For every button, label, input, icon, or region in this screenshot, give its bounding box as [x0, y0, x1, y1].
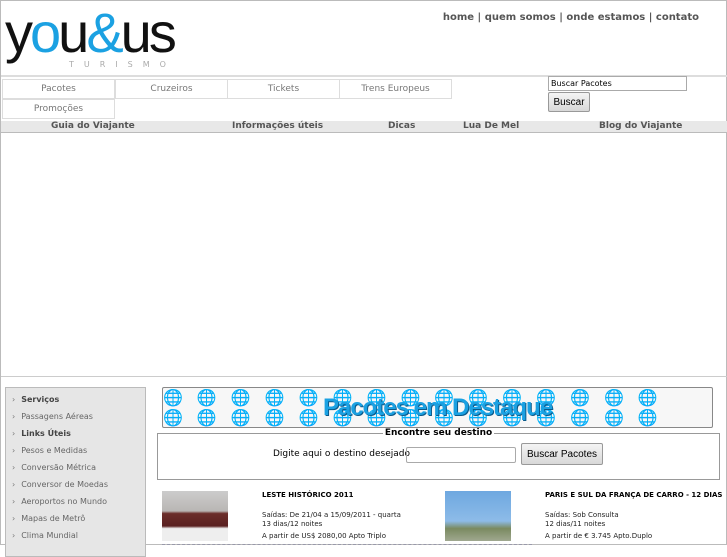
sidebar-item-clima[interactable]: › Clima Mundial — [12, 531, 78, 540]
chevron-right-icon: › — [12, 429, 16, 438]
nav-informacoes[interactable]: Informações úteis — [232, 121, 323, 132]
banner-title: Pacotes em Destaque — [322, 394, 553, 421]
chevron-right-icon: › — [12, 395, 16, 404]
logo-text: us — [120, 1, 177, 64]
logo[interactable]: you&us TURISMO — [5, 5, 180, 70]
sidebar-item-passagens[interactable]: › Passagens Aéreas — [12, 412, 93, 421]
package-title[interactable]: PARIS E SUL DA FRANÇA DE CARRO - 12 DIAS — [545, 491, 722, 499]
destination-label: Digite aqui o destino desejado — [273, 449, 410, 459]
nav-blog[interactable]: Blog do Viajante — [599, 121, 682, 132]
logo-text: u — [58, 1, 89, 64]
search-packages-button[interactable]: Buscar Pacotes — [521, 443, 603, 465]
logo-text: y — [5, 1, 33, 64]
sidebar-item-metro[interactable]: › Mapas de Metrô — [12, 514, 85, 523]
tab-pacotes[interactable]: Pacotes — [2, 79, 115, 99]
package-image[interactable] — [445, 491, 511, 541]
package-duration: 13 dias/12 noites — [262, 520, 323, 528]
search-input[interactable]: Buscar Pacotes — [548, 76, 687, 91]
link-contato[interactable]: contato — [656, 12, 699, 23]
chevron-right-icon: › — [12, 412, 16, 421]
sidebar-item-moedas[interactable]: › Conversor de Moedas — [12, 480, 108, 489]
content-placeholder — [1, 133, 727, 377]
sidebar-item-pesos[interactable]: › Pesos e Medidas — [12, 446, 87, 455]
package-departures: Saídas: Sob Consulta — [545, 511, 619, 519]
globe-icon: o — [30, 1, 61, 64]
sidebar-heading-links: › Links Úteis — [12, 429, 71, 438]
sidebar-item-conversao[interactable]: › Conversão Métrica — [12, 463, 96, 472]
featured-banner: 🌐🌐🌐🌐🌐🌐🌐🌐🌐🌐🌐🌐🌐🌐🌐 🌐🌐🌐🌐🌐🌐🌐🌐🌐🌐🌐🌐🌐🌐🌐 Pacotes e… — [162, 387, 713, 428]
tab-trens-europeus[interactable]: Trens Europeus — [339, 79, 452, 99]
package-price: A partir de € 3.745 Apto.Duplo — [545, 532, 653, 540]
nav-lua-de-mel[interactable]: Lua De Mel — [463, 121, 519, 132]
nav-bar: Guia do Viajante Informações úteis Dicas… — [1, 121, 727, 133]
destination-input[interactable] — [406, 447, 516, 463]
chevron-right-icon: › — [12, 514, 16, 523]
chevron-right-icon: › — [12, 446, 16, 455]
top-links: home | quem somos | onde estamos | conta… — [442, 12, 699, 23]
finder-legend: Encontre seu destino — [382, 428, 495, 438]
sidebar-heading-servicos: › Serviços — [12, 395, 60, 404]
package-duration: 12 dias/11 noites — [545, 520, 606, 528]
chevron-right-icon: › — [12, 531, 16, 540]
logo-subtitle: TURISMO — [69, 60, 176, 69]
search-button[interactable]: Buscar — [548, 92, 590, 112]
package-departures: Saídas: De 21/04 a 15/09/2011 - quarta — [262, 511, 401, 519]
link-home[interactable]: home — [443, 12, 474, 23]
tab-promocoes[interactable]: Promoções — [2, 99, 115, 119]
link-quem-somos[interactable]: quem somos — [485, 12, 556, 23]
link-onde-estamos[interactable]: onde estamos — [566, 12, 645, 23]
nav-guia[interactable]: Guia do Viajante — [51, 121, 135, 132]
chevron-right-icon: › — [12, 463, 16, 472]
logo-text: & — [86, 1, 123, 64]
package-image[interactable] — [162, 491, 228, 541]
chevron-right-icon: › — [12, 497, 16, 506]
package-title[interactable]: LESTE HISTÓRICO 2011 — [262, 491, 354, 499]
package-price: A partir de US$ 2080,00 Apto Triplo — [262, 532, 387, 540]
sidebar: › Serviços › Passagens Aéreas › Links Úteis… — [5, 387, 146, 557]
tab-cruzeiros[interactable]: Cruzeiros — [115, 79, 228, 99]
tab-tickets[interactable]: Tickets — [227, 79, 340, 99]
nav-dicas[interactable]: Dicas — [388, 121, 415, 132]
destination-finder: Encontre seu destino Digite aqui o desti… — [157, 428, 720, 480]
sidebar-item-aeroportos[interactable]: › Aeroportos no Mundo — [12, 497, 107, 506]
chevron-right-icon: › — [12, 480, 16, 489]
